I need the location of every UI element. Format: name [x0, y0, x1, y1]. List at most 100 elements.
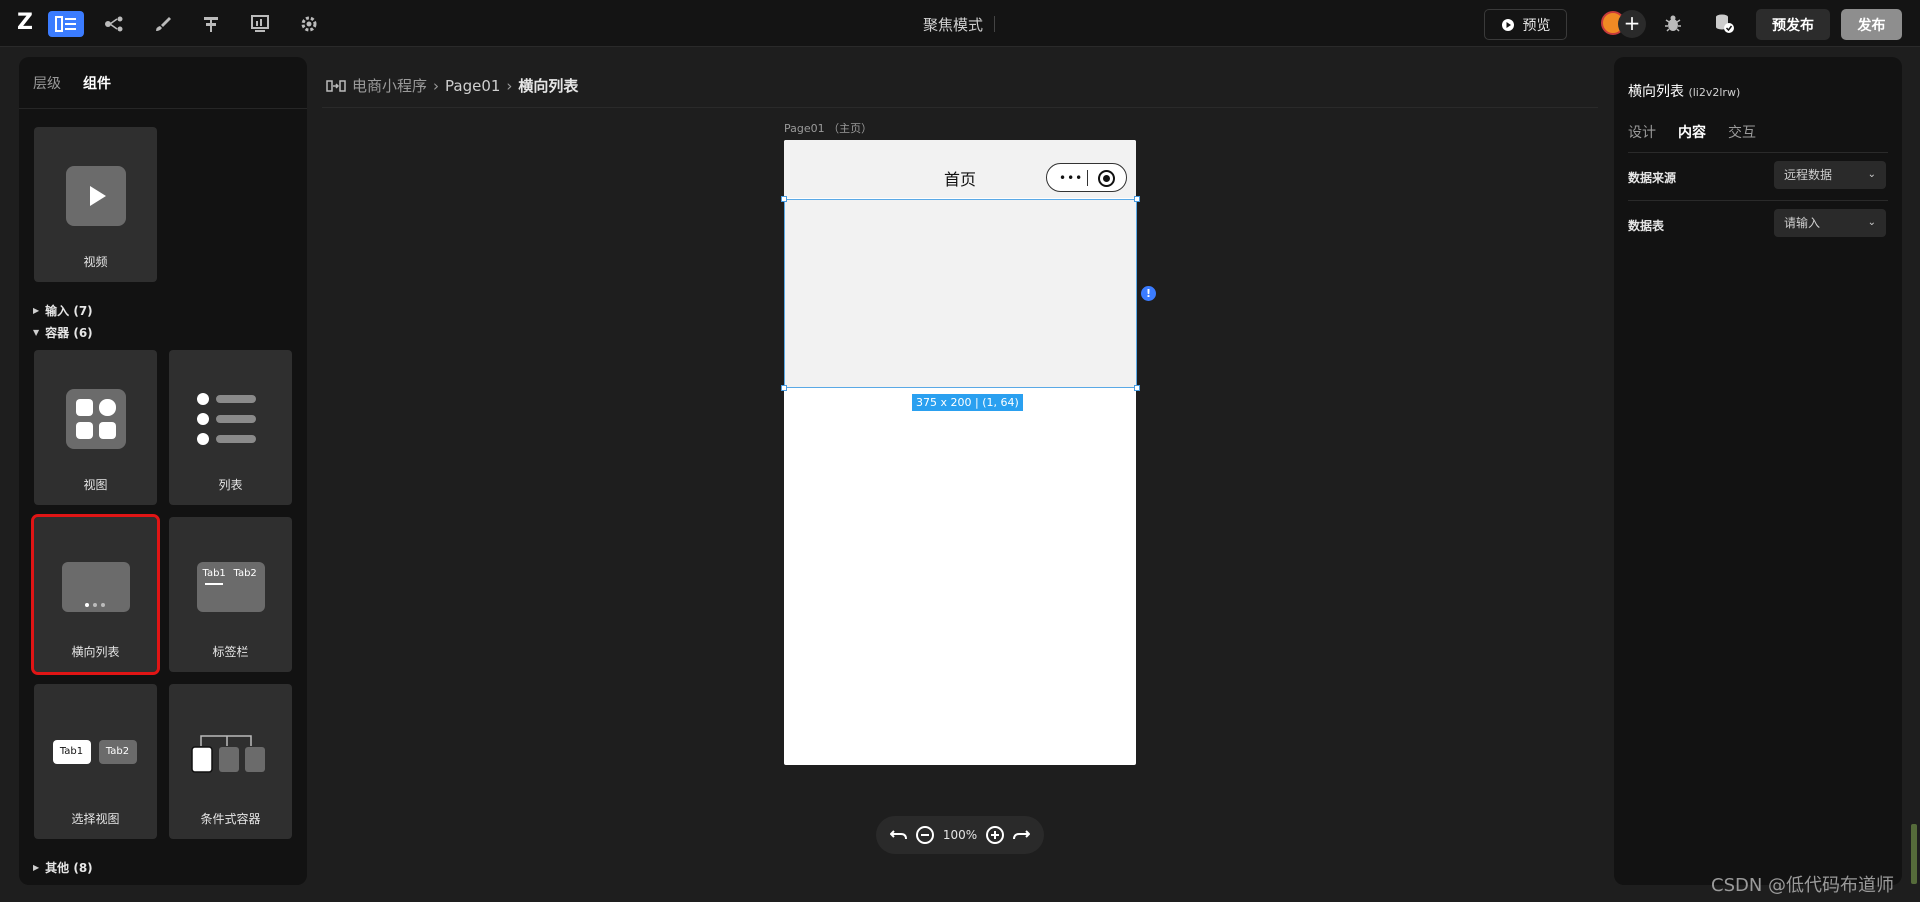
add-collaborator-button[interactable]: +: [1618, 10, 1646, 38]
component-card-video[interactable]: 视频: [34, 127, 157, 282]
tab1-text: Tab1: [52, 740, 91, 764]
align-icon[interactable]: [193, 11, 229, 37]
section-input[interactable]: ▶ 输入 (7): [33, 302, 93, 319]
miniprogram-capsule: •••: [1046, 163, 1127, 192]
focus-mode-title: 聚焦模式: [923, 16, 984, 34]
tab-content[interactable]: 内容: [1678, 122, 1706, 142]
resize-handle[interactable]: [1134, 385, 1140, 391]
caret-down-icon: ▼: [33, 328, 40, 337]
caret-right-icon: ▶: [33, 863, 40, 872]
warning-icon[interactable]: !: [1141, 286, 1156, 301]
page-label: Page01 （主页）: [784, 122, 873, 135]
hierarchy-icon: [326, 79, 346, 92]
tab-interaction[interactable]: 交互: [1728, 122, 1756, 142]
component-card-horizontal-list[interactable]: 横向列表: [31, 514, 160, 675]
tabbar-icon: Tab1 Tab2: [196, 562, 265, 612]
tab1-text: Tab1: [202, 568, 226, 579]
panel-tabs: 层级 组件: [19, 57, 307, 109]
data-source-select[interactable]: 远程数据 ⌄: [1774, 161, 1886, 189]
chevron-down-icon: ⌄: [1867, 169, 1876, 180]
card-label: 标签栏: [212, 645, 249, 659]
bug-icon[interactable]: [1662, 12, 1686, 36]
more-icon: •••: [1059, 171, 1084, 185]
section-label: 其他 (8): [45, 861, 93, 875]
preview-button[interactable]: 预览: [1484, 9, 1567, 40]
breadcrumb-separator: ›: [506, 76, 513, 95]
layout-icon[interactable]: [48, 11, 84, 37]
component-card-conditional[interactable]: 条件式容器: [169, 684, 292, 839]
section-other[interactable]: ▶ 其他 (8): [33, 859, 93, 876]
zoom-toolbar: 100%: [876, 816, 1044, 854]
tab-underline: [204, 583, 223, 585]
breadcrumb-root[interactable]: 电商小程序: [352, 75, 427, 96]
list-icon: [196, 389, 266, 449]
breadcrumb: 电商小程序 › Page01 › 横向列表: [326, 75, 578, 96]
component-card-select-view[interactable]: Tab1 Tab2 选择视图: [34, 684, 157, 839]
tab-layers[interactable]: 层级: [33, 73, 61, 93]
resize-handle[interactable]: [781, 385, 787, 391]
resize-handle[interactable]: [1134, 196, 1140, 202]
database-icon[interactable]: [1713, 12, 1737, 36]
field-label-data-source: 数据来源: [1628, 171, 1677, 185]
chevron-down-icon: ⌄: [1867, 217, 1876, 228]
play-icon: [1501, 18, 1514, 31]
close-target-icon: [1098, 170, 1115, 187]
data-table-select[interactable]: 请输入 ⌄: [1774, 209, 1886, 237]
zoom-level: 100%: [942, 828, 978, 842]
flow-icon[interactable]: [96, 11, 132, 37]
scrollbar[interactable]: [1911, 824, 1917, 884]
section-container[interactable]: ▼ 容器 (6): [33, 324, 93, 341]
select-placeholder: 请输入: [1784, 216, 1821, 230]
tab-components[interactable]: 组件: [83, 73, 111, 93]
preview-label: 预览: [1522, 17, 1551, 34]
zoom-out-icon[interactable]: [915, 825, 935, 845]
caret-right-icon: ▶: [33, 306, 40, 315]
component-card-list[interactable]: 列表: [169, 350, 292, 505]
properties-panel: 横向列表 (li2v2lrw) 设计 内容 交互 数据来源 远程数据 ⌄ 数据表…: [1614, 57, 1902, 885]
component-card-tabbar[interactable]: Tab1 Tab2 标签栏: [169, 517, 292, 672]
size-position-tag: 375 x 200 | (1, 64): [912, 394, 1023, 411]
app-logo[interactable]: Z: [17, 11, 37, 35]
section-label: 容器 (6): [45, 326, 93, 340]
play-icon: [65, 166, 126, 226]
divider: [322, 107, 1598, 108]
divider: [1628, 152, 1888, 153]
divider: [1628, 200, 1888, 201]
capsule-divider: [1087, 170, 1088, 186]
phone-nav-bar: 首页 •••: [784, 140, 1136, 198]
brush-icon[interactable]: [145, 11, 181, 37]
tab-design[interactable]: 设计: [1628, 122, 1656, 142]
card-label: 横向列表: [71, 645, 120, 659]
grid-icon: [65, 389, 126, 449]
resize-handle[interactable]: [781, 196, 787, 202]
property-tabs: 设计 内容 交互: [1628, 122, 1756, 142]
gear-icon[interactable]: [291, 11, 327, 37]
component-card-view[interactable]: 视图: [34, 350, 157, 505]
selected-horizontal-list[interactable]: [784, 199, 1137, 388]
component-title: 横向列表 (li2v2lrw): [1628, 81, 1740, 101]
publish-button[interactable]: 发布: [1841, 9, 1902, 40]
top-bar: Z 聚焦模式 预览 + 预发布 发布: [0, 0, 1920, 47]
card-label: 视图: [83, 478, 108, 492]
prepublish-button[interactable]: 预发布: [1756, 9, 1830, 40]
select-value: 远程数据: [1784, 168, 1833, 182]
card-label: 视频: [83, 255, 108, 269]
breadcrumb-current[interactable]: 横向列表: [518, 75, 578, 96]
component-name: 横向列表: [1628, 84, 1684, 100]
component-id: (li2v2lrw): [1688, 86, 1741, 99]
redo-icon[interactable]: [1012, 828, 1031, 842]
breadcrumb-separator: ›: [433, 76, 440, 95]
section-label: 输入 (7): [45, 304, 93, 318]
tab2-text: Tab2: [233, 568, 257, 579]
carousel-icon: [61, 562, 130, 612]
select-view-icon: Tab1 Tab2: [52, 740, 139, 766]
component-panel: 层级 组件 视频 ▶ 输入 (7) ▼ 容器 (6) 视图 列表 横向列表 Ta…: [19, 57, 307, 885]
card-label: 条件式容器: [200, 812, 261, 826]
conditional-icon: [189, 732, 273, 776]
field-label-data-table: 数据表: [1628, 219, 1665, 233]
breadcrumb-page[interactable]: Page01: [445, 77, 500, 95]
card-label: 选择视图: [71, 812, 120, 826]
chart-icon[interactable]: [242, 11, 278, 37]
zoom-in-icon[interactable]: [985, 825, 1005, 845]
undo-icon[interactable]: [889, 828, 908, 842]
